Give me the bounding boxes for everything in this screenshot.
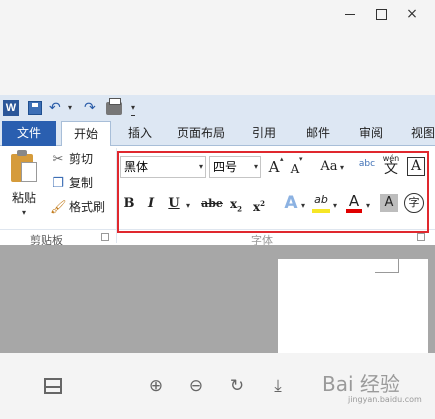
word-logo-icon: W [3, 100, 19, 116]
paste-button[interactable] [9, 150, 39, 194]
margin-mark [398, 259, 399, 273]
redo-icon[interactable]: ↷ [84, 100, 96, 116]
undo-icon[interactable]: ↶ [49, 100, 61, 116]
tab-view[interactable]: 视图 [404, 121, 435, 146]
format-painter-button[interactable]: 🖌 格式刷 [50, 198, 105, 216]
document-page [278, 259, 428, 353]
quick-access-toolbar: W ↶ ▾ ↷ ▾ [0, 95, 435, 121]
viewer-title-bar: × [0, 0, 435, 30]
scissors-icon: ✂ [52, 152, 64, 167]
margin-mark [375, 272, 399, 273]
baidu-watermark: Bai 经验 jingyan.baidu.com [322, 368, 422, 404]
minimize-icon[interactable] [343, 7, 357, 21]
font-launcher-icon[interactable] [417, 233, 425, 241]
copy-label: 复制 [69, 176, 94, 190]
clipboard-clip-icon [17, 150, 27, 156]
clipboard-launcher-icon[interactable] [101, 233, 109, 241]
watermark-url: jingyan.baidu.com [348, 395, 422, 404]
save-icon[interactable] [28, 101, 42, 115]
watermark-text: Bai 经验 [322, 372, 400, 396]
rotate-icon[interactable]: ↻ [228, 377, 246, 395]
paste-dropdown-icon[interactable]: ▾ [22, 208, 26, 217]
zoom-in-icon[interactable]: ⊕ [147, 377, 165, 395]
tab-file[interactable]: 文件 [2, 121, 56, 146]
ribbon-tabs: 文件 开始 插入 页面布局 引用 邮件 审阅 视图 [0, 121, 435, 147]
cut-label: 剪切 [69, 152, 94, 166]
cut-button[interactable]: ✂ 剪切 [50, 150, 93, 168]
tab-home[interactable]: 开始 [61, 121, 111, 147]
undo-dropdown-icon[interactable]: ▾ [68, 100, 72, 116]
download-icon[interactable]: ⤓ [269, 377, 287, 395]
tab-page-layout[interactable]: 页面布局 [170, 121, 232, 146]
tab-references[interactable]: 引用 [245, 121, 283, 146]
paintbrush-icon: 🖌 [50, 200, 67, 215]
word-screenshot: W ↶ ▾ ↷ ▾ 文件 开始 插入 页面布局 引用 邮件 审阅 视图 粘贴 ▾… [0, 95, 435, 353]
font-group-highlight [117, 151, 429, 233]
document-area [0, 245, 435, 353]
copy-icon: ❐ [52, 176, 64, 191]
tab-mailings[interactable]: 邮件 [299, 121, 337, 146]
close-icon[interactable]: × [405, 7, 419, 21]
print-icon[interactable] [106, 98, 122, 115]
paper-icon [21, 162, 37, 182]
tab-review[interactable]: 审阅 [352, 121, 390, 146]
ribbon-home: 粘贴 ▾ ✂ 剪切 ❐ 复制 🖌 格式刷 黑体 ▾ 四号 ▾ A ▴ A ▾ Aa ▾… [0, 146, 435, 247]
customize-toolbar-icon[interactable]: ▾ [131, 100, 136, 116]
format-painter-label: 格式刷 [69, 200, 106, 214]
maximize-icon[interactable] [374, 7, 388, 21]
zoom-out-icon[interactable]: ⊖ [187, 377, 205, 395]
copy-button[interactable]: ❐ 复制 [50, 174, 93, 192]
thumbnail-icon[interactable] [44, 378, 62, 394]
tab-insert[interactable]: 插入 [121, 121, 159, 146]
paste-label[interactable]: 粘贴 [12, 189, 36, 206]
